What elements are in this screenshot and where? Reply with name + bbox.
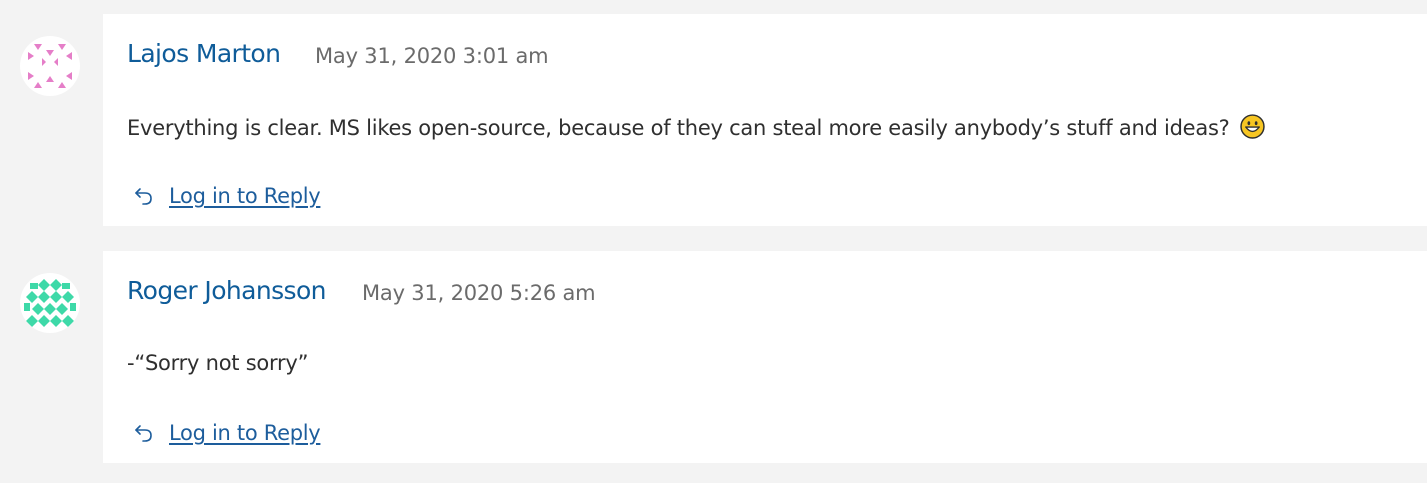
reply-arrow-icon xyxy=(135,425,152,442)
comment-item: Lajos Marton May 31, 2020 3:01 am Everyt… xyxy=(0,14,1427,226)
comment-date[interactable]: May 31, 2020 3:01 am xyxy=(315,44,549,68)
log-in-to-reply-link[interactable]: Log in to Reply xyxy=(169,421,321,445)
comment-card: Roger Johansson May 31, 2020 5:26 am -“S… xyxy=(103,251,1427,463)
reply-button[interactable]: Log in to Reply xyxy=(133,421,321,445)
avatar xyxy=(20,36,80,96)
comment-text: Everything is clear. MS likes open-sourc… xyxy=(127,114,1265,144)
reply-button[interactable]: Log in to Reply xyxy=(133,184,321,208)
comment-date[interactable]: May 31, 2020 5:26 am xyxy=(362,281,596,305)
comment-item: Roger Johansson May 31, 2020 5:26 am -“S… xyxy=(0,251,1427,463)
grinning-face-icon xyxy=(1240,114,1265,144)
comment-text: -“Sorry not sorry” xyxy=(127,351,308,375)
identicon-teal-icon xyxy=(24,279,76,327)
avatar xyxy=(20,273,80,333)
comment-author[interactable]: Roger Johansson xyxy=(127,276,326,305)
comment-text-content: -“Sorry not sorry” xyxy=(127,351,309,375)
identicon-pink-icon xyxy=(28,44,72,88)
log-in-to-reply-link[interactable]: Log in to Reply xyxy=(169,184,321,208)
reply-arrow-icon xyxy=(135,188,152,205)
comment-text-content: Everything is clear. MS likes open-sourc… xyxy=(127,116,1230,140)
comment-author[interactable]: Lajos Marton xyxy=(127,39,281,68)
comment-card: Lajos Marton May 31, 2020 3:01 am Everyt… xyxy=(103,14,1427,226)
